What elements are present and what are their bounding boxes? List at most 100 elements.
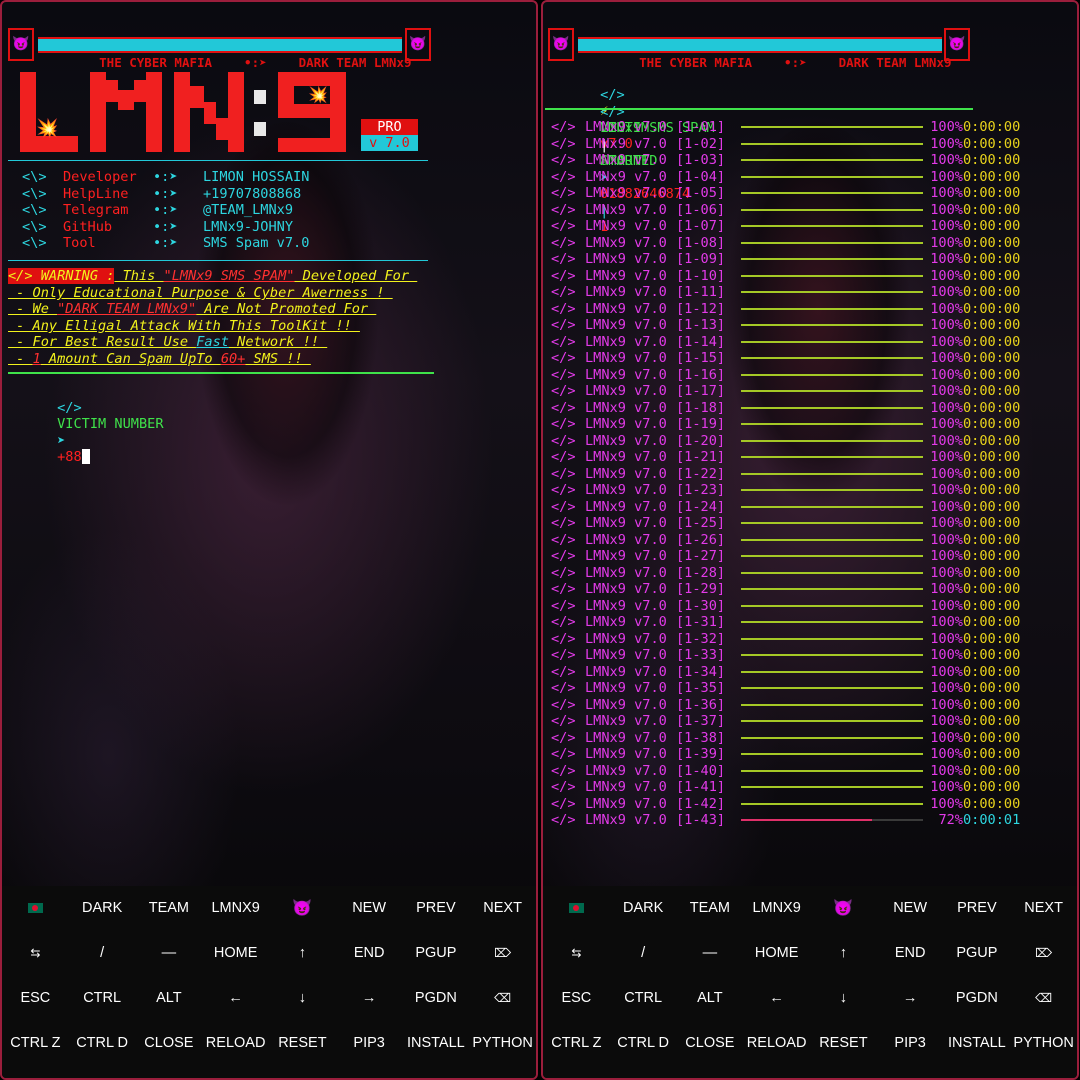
key-delete[interactable]: ⌦ [469,931,536,976]
arrow-left-icon: ← [769,990,784,1006]
key-home[interactable]: HOME [202,931,269,976]
row-name: LMNx9 v7.0 [585,515,667,531]
key-—[interactable]: — [136,931,203,976]
key-install[interactable]: INSTALL [944,1021,1011,1066]
key-pip3[interactable]: PIP3 [336,1021,403,1066]
key-ctrl-d[interactable]: CTRL D [69,1021,136,1066]
row-name: LMNx9 v7.0 [585,465,667,482]
key-pgdn[interactable]: PGDN [944,976,1011,1021]
key-home[interactable]: HOME [743,931,810,976]
key-new[interactable]: NEW [877,886,944,931]
key-ctrl-z[interactable]: CTRL Z [2,1021,69,1066]
row-tag: </> [551,416,576,432]
row-id: [1-13] [676,317,726,333]
row-time: 0:00:00 [963,630,1021,647]
key-pgdn[interactable]: PGDN [403,976,470,1021]
victim-number-input[interactable]: +88 [57,449,82,465]
key-arrow-right[interactable]: → [877,976,944,1021]
row-tag: </> [551,482,576,498]
key-ctrl-z[interactable]: CTRL Z [543,1021,610,1066]
key-ctrl[interactable]: CTRL [69,976,136,1021]
key-arrow-up[interactable]: ↑ [269,931,336,976]
key-/[interactable]: / [610,931,677,976]
key-—[interactable]: — [677,931,744,976]
progress-row: </> LMNx9 v7.0 [1-03] 100% 0:00:00 [551,152,1071,169]
key-tab[interactable]: ⇆ [2,931,69,976]
progress-bar [741,736,923,739]
key-new[interactable]: NEW [336,886,403,931]
row-tag: </> [551,135,576,152]
key-label: END [353,945,385,961]
row-name: LMNx9 v7.0 [585,729,667,746]
key-dark[interactable]: DARK [610,886,677,931]
key-arrow-up[interactable]: ↑ [810,931,877,976]
row-percent: 100% [930,218,963,234]
key-dark[interactable]: DARK [69,886,136,931]
row-time: 0:00:00 [963,482,1021,498]
key-ctrl-d[interactable]: CTRL D [610,1021,677,1066]
key-pgup[interactable]: PGUP [944,931,1011,976]
key-arrow-down[interactable]: ↓ [810,976,877,1021]
key-end[interactable]: END [336,931,403,976]
row-time: 0:00:00 [963,680,1021,696]
key-pip3[interactable]: PIP3 [877,1021,944,1066]
key-backspace[interactable]: ⌫ [469,976,536,1021]
progress-bar [741,522,923,524]
key-bangladesh-flag[interactable] [2,886,69,931]
progress-bar [741,571,923,574]
key-arrow-down[interactable]: ↓ [269,976,336,1021]
key-arrow-left[interactable]: ← [202,976,269,1021]
key-prev[interactable]: PREV [403,886,470,931]
info-label: HelpLine [63,185,129,202]
row-tag: </> [551,729,576,746]
key-label: TEAM [148,900,190,916]
key-esc[interactable]: ESC [543,976,610,1021]
key-install[interactable]: INSTALL [403,1021,470,1066]
row-id: [1-42] [676,795,726,812]
key-arrow-right[interactable]: → [336,976,403,1021]
key-backspace[interactable]: ⌫ [1010,976,1077,1021]
key-lmnx9[interactable]: LMNX9 [202,886,269,931]
key-reload[interactable]: RELOAD [743,1021,810,1066]
key-close[interactable]: CLOSE [136,1021,203,1066]
row-percent: 100% [930,630,963,647]
key-team[interactable]: TEAM [136,886,203,931]
key-pgup[interactable]: PGUP [403,931,470,976]
key-arrow-left[interactable]: ← [743,976,810,1021]
status-tag: </> [600,103,625,120]
key-team[interactable]: TEAM [677,886,744,931]
key-esc[interactable]: ESC [2,976,69,1021]
info-row: <\> HelpLine •:➤ +19707808868 [22,186,301,203]
info-row: <\> Developer •:➤ LIMON HOSSAIN [22,169,309,186]
key-bangladesh-flag[interactable] [543,886,610,931]
key-reset[interactable]: RESET [269,1021,336,1066]
key-delete[interactable]: ⌦ [1010,931,1077,976]
row-percent: 100% [930,201,963,218]
key-end[interactable]: END [877,931,944,976]
victim-number-prompt[interactable]: </> VICTIM NUMBER ➤ +88 [8,383,163,482]
key-close[interactable]: CLOSE [677,1021,744,1066]
key-reset[interactable]: RESET [810,1021,877,1066]
key-python[interactable]: PYTHON [1010,1021,1077,1066]
row-percent: 100% [930,515,963,531]
key-lmnx9[interactable]: LMNX9 [743,886,810,931]
row-id: [1-18] [676,399,726,416]
key-next[interactable]: NEXT [469,886,536,931]
row-time: 0:00:00 [963,729,1021,746]
row-tag: </> [551,201,576,218]
key-prev[interactable]: PREV [944,886,1011,931]
key-reload[interactable]: RELOAD [202,1021,269,1066]
key-alt[interactable]: ALT [677,976,744,1021]
info-label: Telegram [63,202,129,218]
key-devil[interactable]: 😈 [810,886,877,931]
key-tab[interactable]: ⇆ [543,931,610,976]
key-row: ⇆ / — HOME ↑ END PGUP ⌦ [543,931,1077,976]
key-devil[interactable]: 😈 [269,886,336,931]
key-ctrl[interactable]: CTRL [610,976,677,1021]
progress-bar [741,175,923,178]
key-next[interactable]: NEXT [1010,886,1077,931]
row-id: [1-35] [676,680,726,696]
key-alt[interactable]: ALT [136,976,203,1021]
key-/[interactable]: / [69,931,136,976]
key-python[interactable]: PYTHON [469,1021,536,1066]
